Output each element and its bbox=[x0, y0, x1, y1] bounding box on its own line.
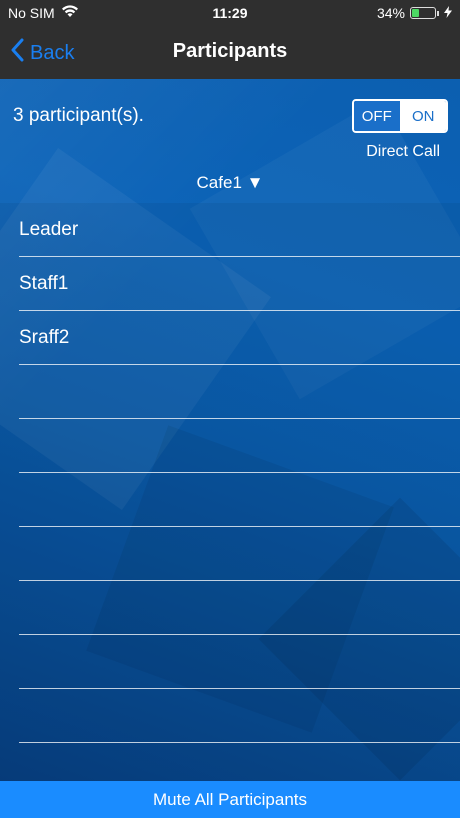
direct-call-toggle[interactable]: OFF ON bbox=[352, 99, 448, 133]
participant-count: 3 participant(s). bbox=[13, 105, 144, 126]
list-item[interactable]: Staff1 bbox=[19, 257, 460, 311]
mute-all-button[interactable]: Mute All Participants bbox=[0, 781, 460, 818]
page-title: Participants bbox=[172, 40, 288, 62]
status-bar: No SIM 11:29 34% bbox=[0, 0, 460, 26]
group-selector[interactable]: Cafe1 ▼ bbox=[0, 173, 460, 193]
toggle-off-option[interactable]: OFF bbox=[354, 101, 401, 131]
list-item[interactable] bbox=[19, 581, 460, 635]
list-item[interactable] bbox=[19, 473, 460, 527]
charging-icon bbox=[444, 5, 452, 21]
status-right: 34% bbox=[377, 5, 452, 21]
battery-icon bbox=[410, 7, 436, 19]
battery-percent: 34% bbox=[376, 5, 405, 21]
content-area: 3 participant(s). OFF ON Direct Call Caf… bbox=[0, 79, 460, 781]
list-item[interactable] bbox=[19, 419, 460, 473]
list-item[interactable] bbox=[19, 689, 460, 743]
toggle-on-option[interactable]: ON bbox=[400, 101, 446, 131]
battery-level-fill bbox=[412, 9, 420, 17]
list-item[interactable]: Leader bbox=[19, 203, 460, 257]
list-item[interactable] bbox=[19, 365, 460, 419]
battery-cap bbox=[437, 10, 439, 16]
participant-list: Leader Staff1 Sraff2 bbox=[0, 203, 460, 781]
direct-call-label: Direct Call bbox=[366, 143, 440, 160]
list-item[interactable] bbox=[19, 527, 460, 581]
list-item[interactable]: Sraff2 bbox=[19, 311, 460, 365]
nav-bar: Back Participants bbox=[0, 26, 460, 79]
list-item[interactable] bbox=[19, 635, 460, 689]
header-area: 3 participant(s). OFF ON Direct Call Caf… bbox=[0, 79, 460, 203]
